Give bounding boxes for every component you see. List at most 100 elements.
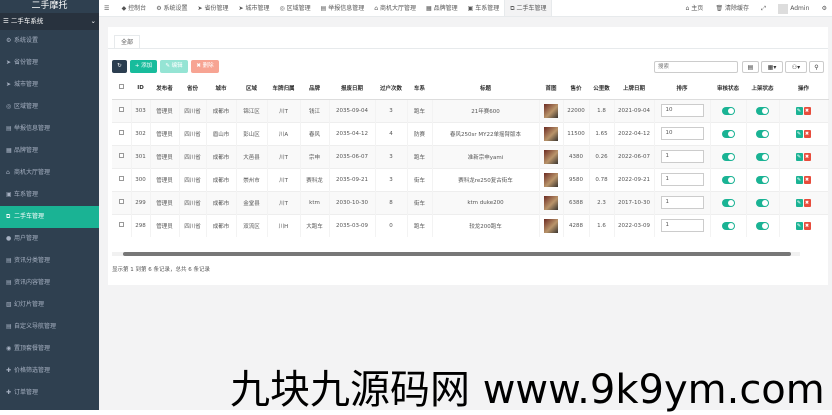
edit-row-button[interactable]: ✎ bbox=[795, 152, 803, 161]
delete-row-button[interactable]: ✖ bbox=[803, 106, 811, 115]
tab-all[interactable]: 全部 bbox=[114, 35, 140, 48]
fullscreen-button[interactable]: ⤢ bbox=[756, 0, 771, 16]
top-tab-5[interactable]: ▤ 举报信息管理 bbox=[316, 0, 370, 16]
table-row[interactable]: 302 管理员 四川省 眉山市 彭山区 川A 春风 2035-04-12 4 防赛 春风250sr … bbox=[112, 121, 829, 145]
sidebar-item-icon: ✚ bbox=[6, 367, 12, 374]
sidebar-item-9[interactable]: ● 用户管理 bbox=[0, 228, 99, 250]
sidebar-item-4[interactable]: ▤ 举报信息管理 bbox=[0, 118, 99, 140]
review-status-toggle[interactable] bbox=[721, 175, 735, 184]
sort-input[interactable]: 10 bbox=[660, 104, 704, 117]
toggle-view-button[interactable]: ▤ bbox=[742, 61, 759, 73]
delete-row-button[interactable]: ✖ bbox=[803, 175, 811, 184]
review-status-toggle[interactable] bbox=[721, 106, 735, 115]
top-tab-2[interactable]: ➤ 省份管理 bbox=[193, 0, 234, 16]
home-link[interactable]: ⌂ 主页 bbox=[681, 0, 709, 16]
sidebar-item-10[interactable]: ▤ 资讯分类管理 bbox=[0, 250, 99, 272]
export-dropdown[interactable]: ⚇▾ bbox=[785, 61, 807, 73]
thumbnail-image[interactable] bbox=[544, 126, 558, 141]
sidebar-item-8[interactable]: ⧉ 二手车管理 bbox=[0, 206, 99, 228]
sidebar-item-11[interactable]: ▤ 资讯内容管理 bbox=[0, 272, 99, 294]
top-tab-6[interactable]: ⌂ 商机大厅管理 bbox=[369, 0, 421, 16]
listing-status-toggle[interactable] bbox=[756, 129, 769, 138]
review-status-toggle[interactable] bbox=[721, 221, 735, 230]
sidebar-item-3[interactable]: ◎ 区域管理 bbox=[0, 96, 99, 118]
gear-icon[interactable]: ⚙ bbox=[817, 0, 832, 16]
admin-menu[interactable]: Admin bbox=[773, 0, 814, 16]
delete-row-button[interactable]: ✖ bbox=[803, 152, 811, 161]
sidebar-item-0[interactable]: ⚙ 系统设置 bbox=[0, 30, 99, 52]
clear-cache-button[interactable]: 🗑 清除缓存 bbox=[711, 0, 755, 16]
thumbnail-image[interactable] bbox=[544, 149, 558, 164]
edit-row-button[interactable]: ✎ bbox=[795, 221, 803, 230]
delete-row-button[interactable]: ✖ bbox=[803, 198, 811, 207]
top-tab-0[interactable]: ◆ 控制台 bbox=[117, 0, 152, 16]
toggle-knob bbox=[727, 199, 734, 206]
row-checkbox[interactable] bbox=[118, 130, 124, 135]
scrollbar-thumb[interactable] bbox=[123, 252, 791, 256]
edit-row-button[interactable]: ✎ bbox=[795, 175, 803, 184]
top-tab-icon: ▣ bbox=[467, 5, 474, 12]
review-status-toggle[interactable] bbox=[721, 152, 735, 161]
row-checkbox[interactable] bbox=[118, 107, 124, 112]
sidebar-item-12[interactable]: ▧ 幻灯片管理 bbox=[0, 294, 99, 316]
delete-button[interactable]: ✖ 删除 bbox=[191, 60, 219, 73]
edit-button[interactable]: ✎ 编辑 bbox=[160, 60, 188, 73]
sidebar-item-15[interactable]: ✚ 价格筛选管理 bbox=[0, 360, 99, 382]
table-row[interactable]: 301 管理员 四川省 成都市 大邑县 川T 宗申 2035-06-07 3 跑车 准新宗申yami… bbox=[112, 144, 829, 168]
sort-input[interactable]: 10 bbox=[660, 127, 704, 140]
thumbnail-image[interactable] bbox=[544, 218, 558, 233]
sidebar-item-2[interactable]: ➤ 城市管理 bbox=[0, 74, 99, 96]
top-tab-9[interactable]: ⧉ 二手车管理 bbox=[504, 0, 553, 16]
sort-input[interactable]: 1 bbox=[660, 150, 704, 163]
listing-status-toggle[interactable] bbox=[756, 198, 769, 207]
table-row[interactable]: 298 管理员 四川省 成都市 双流区 川H 大跑车 2035-03-09 0 跑车 较龙200跑车… bbox=[112, 213, 829, 237]
edit-row-button[interactable]: ✎ bbox=[795, 129, 803, 138]
sidebar-item-7[interactable]: ▣ 车系管理 bbox=[0, 184, 99, 206]
sidebar-item-6[interactable]: ⌂ 商机大厅管理 bbox=[0, 162, 99, 184]
delete-row-button[interactable]: ✖ bbox=[803, 129, 811, 138]
review-status-toggle[interactable] bbox=[721, 129, 735, 138]
sort-input[interactable]: 1 bbox=[660, 196, 704, 209]
row-checkbox[interactable] bbox=[118, 222, 124, 228]
horizontal-scrollbar[interactable] bbox=[112, 252, 800, 256]
sidebar-item-13[interactable]: ▤ 自定义导航管理 bbox=[0, 316, 99, 338]
table-row[interactable]: 299 管理员 四川省 成都市 金堂县 川T ktm 2030-10-30 8 街车 ktm duk… bbox=[112, 190, 829, 214]
review-status-toggle[interactable] bbox=[721, 198, 735, 207]
edit-row-button[interactable]: ✎ bbox=[795, 198, 803, 207]
sidebar-item-icon: ▤ bbox=[6, 279, 12, 286]
edit-row-button[interactable]: ✎ bbox=[795, 106, 803, 115]
table-cell bbox=[710, 121, 747, 145]
sidebar-section-header[interactable]: ☰ 二手车系统 ⌄ bbox=[0, 13, 99, 30]
sidebar-item-1[interactable]: ➤ 省份管理 bbox=[0, 52, 99, 74]
listing-status-toggle[interactable] bbox=[756, 175, 769, 184]
table-row[interactable]: 303 管理员 四川省 成都市 锦江区 川T 钱江 2035-09-04 3 跑车 21年赛600 2… bbox=[112, 98, 829, 122]
top-tab-4[interactable]: ◎ 区域管理 bbox=[274, 0, 315, 16]
listing-status-toggle[interactable] bbox=[756, 152, 769, 161]
sidebar-item-5[interactable]: ▦ 品牌管理 bbox=[0, 140, 99, 162]
search-input[interactable] bbox=[654, 61, 738, 73]
row-checkbox[interactable] bbox=[118, 176, 124, 181]
top-tab-7[interactable]: ▦ 品牌管理 bbox=[421, 0, 463, 16]
select-all-checkbox[interactable] bbox=[119, 84, 124, 90]
refresh-button[interactable]: ↻ bbox=[112, 60, 127, 73]
top-tab-1[interactable]: ⚙ 系统设置 bbox=[151, 0, 192, 16]
listing-status-toggle[interactable] bbox=[756, 221, 769, 230]
menu-toggle-button[interactable]: ☰ bbox=[99, 0, 114, 16]
thumbnail-image[interactable] bbox=[544, 195, 558, 210]
table-row[interactable]: 300 管理员 四川省 成都市 崇州市 川T 赛科龙 2035-09-21 3 街车 赛科龙re25… bbox=[112, 167, 829, 191]
sidebar-item-14[interactable]: ◉ 置顶套餐管理 bbox=[0, 338, 99, 360]
top-tab-8[interactable]: ▣ 车系管理 bbox=[463, 0, 505, 16]
row-checkbox[interactable] bbox=[118, 153, 124, 158]
listing-status-toggle[interactable] bbox=[756, 106, 769, 115]
sidebar-item-16[interactable]: ✚ 订单管理 bbox=[0, 382, 99, 404]
sort-input[interactable]: 1 bbox=[660, 219, 704, 233]
sort-input[interactable]: 1 bbox=[660, 173, 704, 186]
top-tab-3[interactable]: ➤ 城市管理 bbox=[233, 0, 274, 16]
delete-row-button[interactable]: ✖ bbox=[803, 221, 811, 230]
advanced-search-button[interactable]: ⚲ bbox=[809, 61, 824, 73]
thumbnail-image[interactable] bbox=[544, 172, 558, 187]
add-button[interactable]: + 添加 bbox=[130, 60, 157, 73]
columns-dropdown[interactable]: ▦▾ bbox=[761, 61, 783, 73]
row-checkbox[interactable] bbox=[118, 199, 124, 204]
thumbnail-image[interactable] bbox=[544, 103, 558, 118]
